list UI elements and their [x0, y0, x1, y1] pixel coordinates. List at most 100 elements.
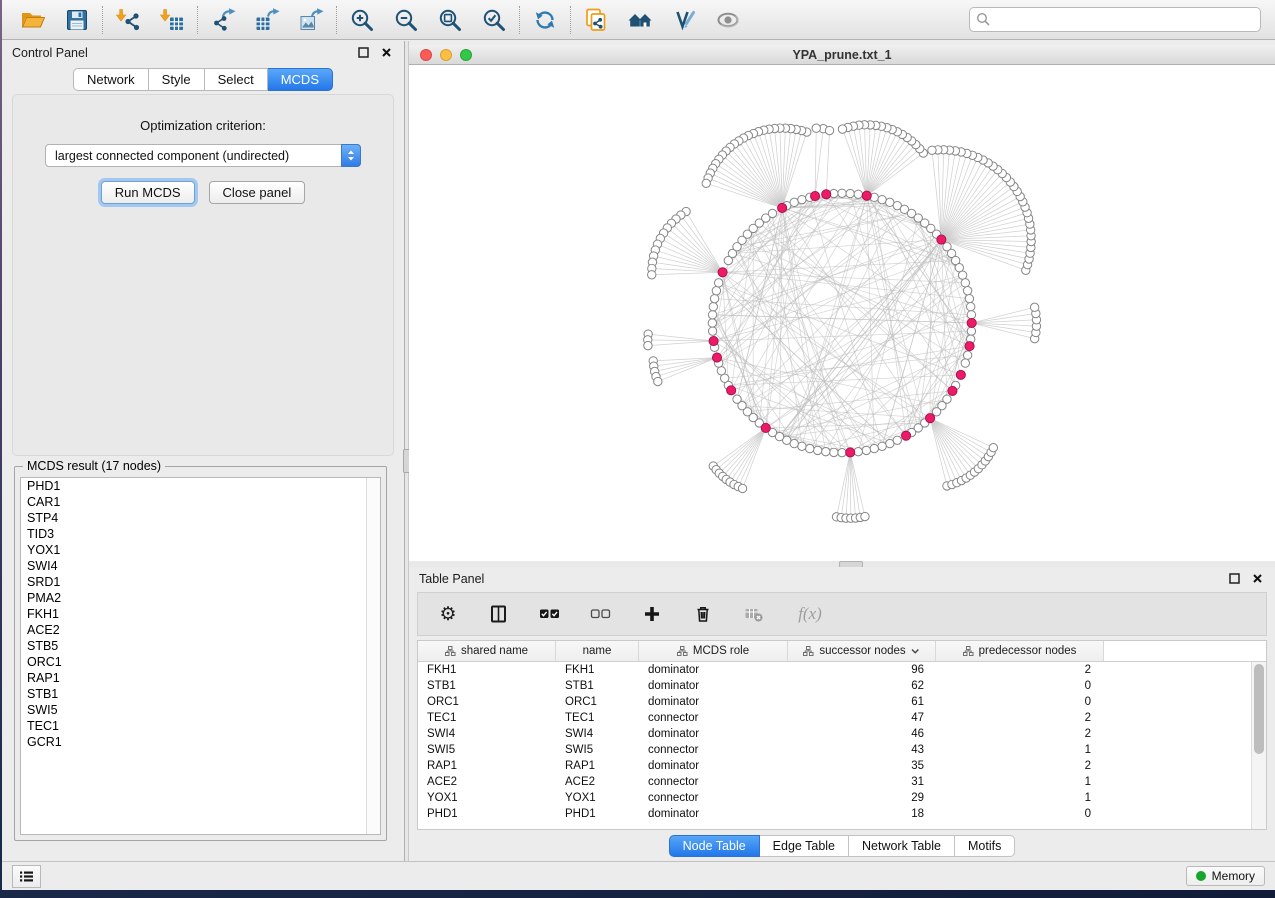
table-cell[interactable]: connector — [639, 790, 788, 806]
table-row[interactable]: YOX1YOX1connector291 — [418, 790, 1252, 806]
criterion-select[interactable]: largest connected component (undirected) — [45, 144, 361, 167]
network-canvas[interactable] — [409, 65, 1275, 561]
mcds-result-item[interactable]: YOX1 — [21, 542, 380, 558]
table-cell[interactable]: TEC1 — [556, 710, 639, 726]
table-cell[interactable] — [1104, 758, 1252, 774]
table-cell[interactable]: RAP1 — [556, 758, 639, 774]
table-cell[interactable]: 1 — [936, 742, 1104, 758]
zoom-selected-button[interactable] — [478, 4, 510, 36]
mcds-list-scrollbar[interactable] — [366, 478, 380, 834]
table-cell[interactable]: SWI5 — [418, 742, 556, 758]
status-menu-button[interactable] — [12, 865, 41, 888]
table-cell[interactable]: dominator — [639, 758, 788, 774]
table-cell[interactable]: 2 — [936, 758, 1104, 774]
delete-row-button[interactable] — [691, 602, 715, 626]
mcds-result-item[interactable]: ACE2 — [21, 622, 380, 638]
table-cell[interactable]: 29 — [788, 790, 936, 806]
table-cell[interactable] — [1104, 774, 1252, 790]
table-cell[interactable] — [1104, 710, 1252, 726]
table-cell[interactable]: 1 — [936, 790, 1104, 806]
mcds-result-item[interactable]: FKH1 — [21, 606, 380, 622]
import-network-button[interactable] — [112, 4, 144, 36]
table-cell[interactable]: connector — [639, 710, 788, 726]
table-cell[interactable]: 31 — [788, 774, 936, 790]
table-cell[interactable]: 43 — [788, 742, 936, 758]
table-row[interactable]: STB1STB1dominator620 — [418, 678, 1252, 694]
mcds-result-item[interactable]: STP4 — [21, 510, 380, 526]
table-cell[interactable]: FKH1 — [418, 662, 556, 678]
open-file-button[interactable] — [17, 4, 49, 36]
table-cell[interactable]: connector — [639, 742, 788, 758]
table-cell[interactable] — [1104, 678, 1252, 694]
table-cell[interactable]: YOX1 — [418, 790, 556, 806]
table-cell[interactable] — [1104, 790, 1252, 806]
mcds-result-item[interactable]: PHD1 — [21, 478, 380, 494]
float-table-panel-button[interactable] — [1226, 572, 1242, 586]
select-all-button[interactable] — [538, 602, 562, 626]
table-cell[interactable]: connector — [639, 774, 788, 790]
mcds-result-item[interactable]: TID3 — [21, 526, 380, 542]
table-scrollbar[interactable] — [1251, 662, 1266, 829]
import-table-button[interactable] — [156, 4, 188, 36]
tab-node-table[interactable]: Node Table — [669, 835, 760, 857]
table-cell[interactable]: 46 — [788, 726, 936, 742]
table-cell[interactable] — [1104, 726, 1252, 742]
table-cell[interactable]: 2 — [936, 662, 1104, 678]
mcds-result-item[interactable]: STB1 — [21, 686, 380, 702]
table-cell[interactable]: STB1 — [556, 678, 639, 694]
export-table-button[interactable] — [251, 4, 283, 36]
close-panel-button[interactable] — [378, 46, 394, 60]
mcds-result-item[interactable]: GCR1 — [21, 734, 380, 750]
search-input[interactable] — [969, 7, 1261, 32]
table-cell[interactable]: 18 — [788, 806, 936, 822]
refresh-view-button[interactable] — [529, 4, 561, 36]
table-cell[interactable]: 47 — [788, 710, 936, 726]
table-cell[interactable]: PHD1 — [556, 806, 639, 822]
minimize-window-button[interactable] — [440, 49, 452, 61]
mcds-result-item[interactable]: PMA2 — [21, 590, 380, 606]
close-window-button[interactable] — [420, 49, 432, 61]
zoom-in-button[interactable] — [346, 4, 378, 36]
show-all-button[interactable] — [712, 4, 744, 36]
table-cell[interactable]: RAP1 — [418, 758, 556, 774]
table-row[interactable]: ACE2ACE2connector311 — [418, 774, 1252, 790]
deselect-all-button[interactable] — [589, 602, 613, 626]
table-cell[interactable]: YOX1 — [556, 790, 639, 806]
table-cell[interactable]: PHD1 — [418, 806, 556, 822]
show-columns-button[interactable] — [487, 602, 511, 626]
mcds-result-list[interactable]: PHD1CAR1STP4TID3YOX1SWI4SRD1PMA2FKH1ACE2… — [20, 477, 381, 835]
table-cell[interactable] — [1104, 694, 1252, 710]
mcds-result-item[interactable]: RAP1 — [21, 670, 380, 686]
column-header-shared-name[interactable]: shared name — [418, 641, 556, 661]
close-table-panel-button[interactable] — [1249, 572, 1265, 586]
table-cell[interactable]: TEC1 — [418, 710, 556, 726]
table-cell[interactable]: 2 — [936, 710, 1104, 726]
network-graph[interactable] — [409, 65, 1275, 561]
table-cell[interactable] — [1104, 662, 1252, 678]
tab-network[interactable]: Network — [73, 68, 149, 91]
zoom-window-button[interactable] — [460, 49, 472, 61]
table-cell[interactable]: SWI4 — [418, 726, 556, 742]
table-cell[interactable]: dominator — [639, 726, 788, 742]
table-row[interactable]: ORC1ORC1dominator610 — [418, 694, 1252, 710]
table-row[interactable]: PHD1PHD1dominator180 — [418, 806, 1252, 822]
table-cell[interactable]: dominator — [639, 806, 788, 822]
table-cell[interactable]: 2 — [936, 726, 1104, 742]
table-cell[interactable]: ORC1 — [556, 694, 639, 710]
zoom-out-button[interactable] — [390, 4, 422, 36]
export-network-button[interactable] — [207, 4, 239, 36]
float-panel-button[interactable] — [355, 46, 371, 60]
close-panel-button-mcds[interactable]: Close panel — [209, 181, 306, 204]
tab-style[interactable]: Style — [149, 68, 205, 91]
table-settings-button[interactable]: ⚙ — [436, 602, 460, 626]
table-cell[interactable]: STB1 — [418, 678, 556, 694]
table-scrollbar-thumb[interactable] — [1254, 664, 1264, 754]
column-header-mcds-role[interactable]: MCDS role — [639, 641, 788, 661]
column-header-name[interactable]: name — [556, 641, 639, 661]
memory-button[interactable]: Memory — [1186, 866, 1265, 886]
add-row-button[interactable] — [640, 602, 664, 626]
mcds-result-item[interactable]: CAR1 — [21, 494, 380, 510]
column-header-predecessor-nodes[interactable]: predecessor nodes — [936, 641, 1104, 661]
table-cell[interactable]: dominator — [639, 678, 788, 694]
table-row[interactable]: SWI5SWI5connector431 — [418, 742, 1252, 758]
